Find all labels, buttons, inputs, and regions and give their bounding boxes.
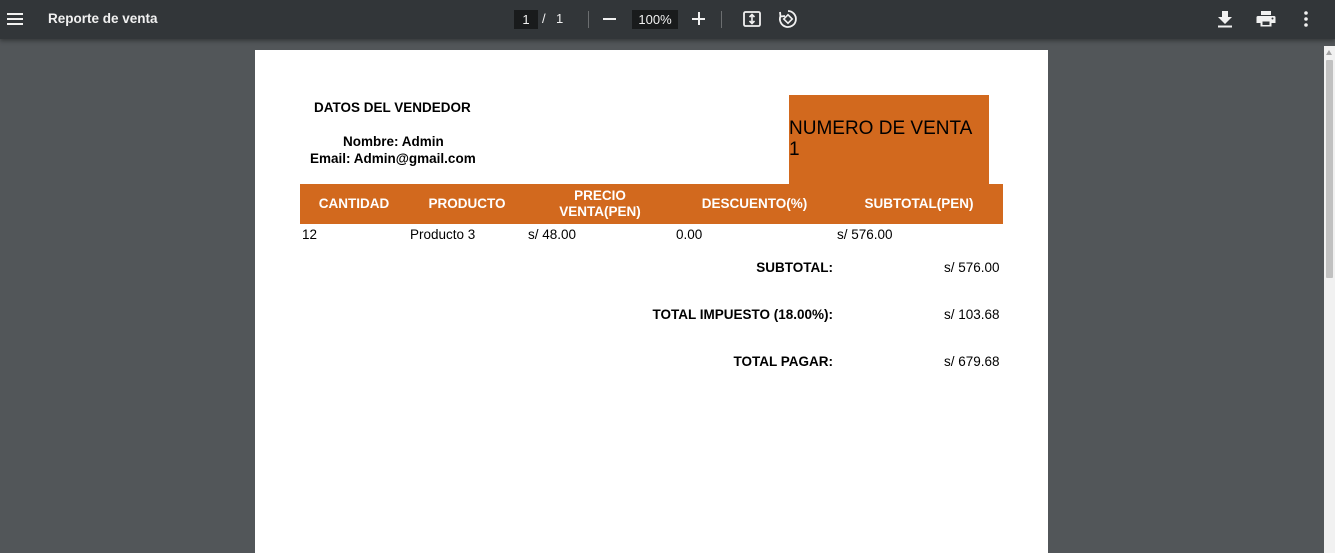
header-precio-venta: PRECIO VENTA(PEN) <box>526 184 674 224</box>
document-title: Reporte de venta <box>48 11 158 26</box>
sale-number-value: 1 <box>789 139 800 160</box>
header-producto: PRODUCTO <box>408 184 526 224</box>
seller-heading: DATOS DEL VENDEDOR <box>314 100 471 115</box>
vertical-scrollbar[interactable] <box>1324 46 1335 553</box>
scroll-up-arrow-icon[interactable] <box>1326 50 1332 55</box>
zoom-out-button[interactable] <box>603 18 616 20</box>
zoom-level-input[interactable]: 100% <box>632 10 678 29</box>
total-pagar-value: s/ 679.68 <box>944 354 1000 369</box>
total-pages: 1 <box>556 11 564 26</box>
pdf-page: DATOS DEL VENDEDOR Nombre: Admin Email: … <box>255 50 1048 553</box>
seller-email: Email: Admin@gmail.com <box>310 151 476 166</box>
fit-to-page-icon[interactable] <box>743 11 761 27</box>
tax-value: s/ 103.68 <box>944 307 1000 322</box>
pdf-toolbar: Reporte de venta 1 / 1 100% <box>0 0 1335 39</box>
table-row: 12 Producto 3 s/ 48.00 0.00 s/ 576.00 <box>300 224 1003 244</box>
cell-precio-venta: s/ 48.00 <box>528 227 577 242</box>
header-subtotal: SUBTOTAL(PEN) <box>835 184 1003 224</box>
table-header-row: CANTIDAD PRODUCTO PRECIO VENTA(PEN) DESC… <box>300 184 1003 224</box>
header-cantidad: CANTIDAD <box>300 184 408 224</box>
cell-subtotal: s/ 576.00 <box>837 227 893 242</box>
header-descuento: DESCUENTO(%) <box>674 184 835 224</box>
print-icon[interactable] <box>1256 10 1276 28</box>
scroll-thumb[interactable] <box>1326 60 1333 278</box>
cell-cantidad: 12 <box>302 227 318 242</box>
zoom-in-button[interactable] <box>692 12 705 25</box>
toolbar-divider <box>588 11 589 28</box>
sale-number-box: NUMERO DE VENTA 1 <box>789 95 989 184</box>
page-number-input[interactable]: 1 <box>514 10 538 29</box>
cell-descuento: 0.00 <box>676 227 703 242</box>
sale-items-table: CANTIDAD PRODUCTO PRECIO VENTA(PEN) DESC… <box>300 184 1003 244</box>
subtotal-value: s/ 576.00 <box>944 260 1000 275</box>
total-pagar-label: TOTAL PAGAR: <box>733 354 834 369</box>
rotate-icon[interactable] <box>778 9 798 29</box>
more-vert-icon[interactable] <box>1299 10 1313 28</box>
cell-producto: Producto 3 <box>410 227 476 242</box>
header-precio-venta-text: PRECIO VENTA(PEN) <box>559 188 641 219</box>
toolbar-divider <box>721 11 722 28</box>
seller-name: Nombre: Admin <box>343 134 444 149</box>
tax-label: TOTAL IMPUESTO (18.00%): <box>652 307 833 322</box>
subtotal-label: SUBTOTAL: <box>756 260 833 275</box>
menu-icon[interactable] <box>7 13 23 26</box>
sale-number-label: NUMERO DE VENTA <box>789 118 973 139</box>
page-separator: / <box>542 11 546 26</box>
download-icon[interactable] <box>1217 10 1233 28</box>
